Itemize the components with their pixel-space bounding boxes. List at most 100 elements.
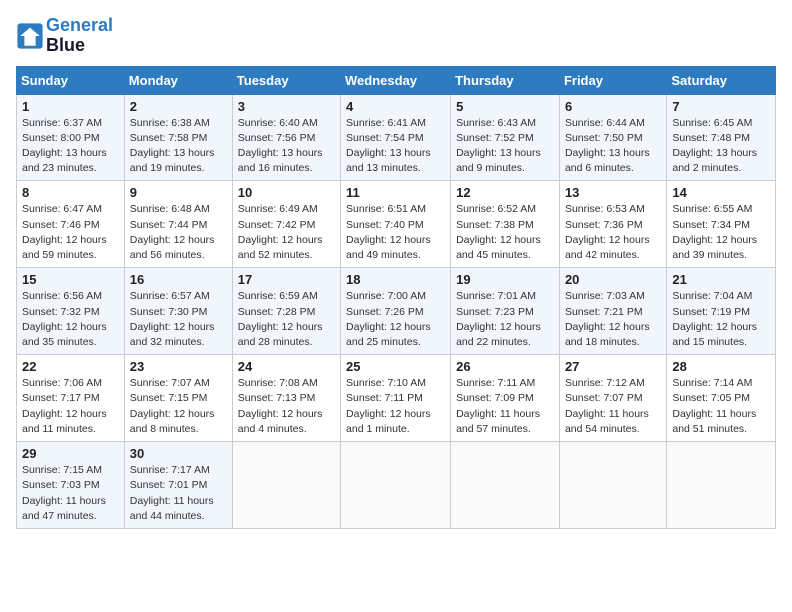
day-number: 1 [22,99,119,114]
calendar-cell: 28 Sunrise: 7:14 AMSunset: 7:05 PMDaylig… [667,355,776,442]
day-number: 25 [346,359,445,374]
calendar-cell: 4 Sunrise: 6:41 AMSunset: 7:54 PMDayligh… [341,94,451,181]
day-number: 18 [346,272,445,287]
calendar-cell: 12 Sunrise: 6:52 AMSunset: 7:38 PMDaylig… [451,181,560,268]
calendar-cell: 1 Sunrise: 6:37 AMSunset: 8:00 PMDayligh… [17,94,125,181]
day-detail: Sunrise: 6:49 AMSunset: 7:42 PMDaylight:… [238,202,335,263]
day-number: 17 [238,272,335,287]
day-of-week-header: Saturday [667,66,776,94]
calendar-cell: 18 Sunrise: 7:00 AMSunset: 7:26 PMDaylig… [341,268,451,355]
calendar-cell: 29 Sunrise: 7:15 AMSunset: 7:03 PMDaylig… [17,442,125,529]
day-detail: Sunrise: 6:47 AMSunset: 7:46 PMDaylight:… [22,202,119,263]
day-detail: Sunrise: 6:45 AMSunset: 7:48 PMDaylight:… [672,116,770,177]
day-number: 12 [456,185,554,200]
day-number: 7 [672,99,770,114]
day-number: 5 [456,99,554,114]
logo-icon [16,22,44,50]
day-detail: Sunrise: 6:41 AMSunset: 7:54 PMDaylight:… [346,116,445,177]
logo-text-general: General [46,16,113,36]
day-number: 6 [565,99,661,114]
calendar-table: SundayMondayTuesdayWednesdayThursdayFrid… [16,66,776,529]
calendar-cell: 16 Sunrise: 6:57 AMSunset: 7:30 PMDaylig… [124,268,232,355]
day-number: 13 [565,185,661,200]
day-detail: Sunrise: 7:04 AMSunset: 7:19 PMDaylight:… [672,289,770,350]
day-detail: Sunrise: 6:56 AMSunset: 7:32 PMDaylight:… [22,289,119,350]
day-detail: Sunrise: 7:15 AMSunset: 7:03 PMDaylight:… [22,463,119,524]
calendar-cell: 3 Sunrise: 6:40 AMSunset: 7:56 PMDayligh… [232,94,340,181]
day-detail: Sunrise: 6:43 AMSunset: 7:52 PMDaylight:… [456,116,554,177]
day-number: 10 [238,185,335,200]
calendar-cell: 21 Sunrise: 7:04 AMSunset: 7:19 PMDaylig… [667,268,776,355]
day-number: 23 [130,359,227,374]
calendar-cell: 2 Sunrise: 6:38 AMSunset: 7:58 PMDayligh… [124,94,232,181]
calendar-cell: 30 Sunrise: 7:17 AMSunset: 7:01 PMDaylig… [124,442,232,529]
calendar-cell [559,442,666,529]
day-detail: Sunrise: 7:08 AMSunset: 7:13 PMDaylight:… [238,376,335,437]
day-number: 2 [130,99,227,114]
day-number: 21 [672,272,770,287]
calendar-cell: 23 Sunrise: 7:07 AMSunset: 7:15 PMDaylig… [124,355,232,442]
calendar-cell: 15 Sunrise: 6:56 AMSunset: 7:32 PMDaylig… [17,268,125,355]
day-number: 9 [130,185,227,200]
day-of-week-header: Monday [124,66,232,94]
calendar-cell: 7 Sunrise: 6:45 AMSunset: 7:48 PMDayligh… [667,94,776,181]
day-detail: Sunrise: 7:01 AMSunset: 7:23 PMDaylight:… [456,289,554,350]
day-number: 20 [565,272,661,287]
calendar-cell [667,442,776,529]
day-of-week-header: Sunday [17,66,125,94]
day-detail: Sunrise: 7:17 AMSunset: 7:01 PMDaylight:… [130,463,227,524]
calendar-cell: 24 Sunrise: 7:08 AMSunset: 7:13 PMDaylig… [232,355,340,442]
calendar-cell: 13 Sunrise: 6:53 AMSunset: 7:36 PMDaylig… [559,181,666,268]
day-number: 28 [672,359,770,374]
day-number: 27 [565,359,661,374]
calendar-cell [341,442,451,529]
day-detail: Sunrise: 7:12 AMSunset: 7:07 PMDaylight:… [565,376,661,437]
day-number: 11 [346,185,445,200]
day-detail: Sunrise: 7:06 AMSunset: 7:17 PMDaylight:… [22,376,119,437]
calendar-cell: 11 Sunrise: 6:51 AMSunset: 7:40 PMDaylig… [341,181,451,268]
day-detail: Sunrise: 6:53 AMSunset: 7:36 PMDaylight:… [565,202,661,263]
day-detail: Sunrise: 6:59 AMSunset: 7:28 PMDaylight:… [238,289,335,350]
day-number: 16 [130,272,227,287]
day-number: 3 [238,99,335,114]
logo-text-blue: Blue [46,36,113,56]
calendar-cell: 6 Sunrise: 6:44 AMSunset: 7:50 PMDayligh… [559,94,666,181]
day-number: 14 [672,185,770,200]
calendar-cell: 8 Sunrise: 6:47 AMSunset: 7:46 PMDayligh… [17,181,125,268]
calendar-cell [232,442,340,529]
day-detail: Sunrise: 6:38 AMSunset: 7:58 PMDaylight:… [130,116,227,177]
calendar-cell: 20 Sunrise: 7:03 AMSunset: 7:21 PMDaylig… [559,268,666,355]
day-number: 30 [130,446,227,461]
calendar-cell: 5 Sunrise: 6:43 AMSunset: 7:52 PMDayligh… [451,94,560,181]
day-detail: Sunrise: 6:57 AMSunset: 7:30 PMDaylight:… [130,289,227,350]
calendar-cell: 17 Sunrise: 6:59 AMSunset: 7:28 PMDaylig… [232,268,340,355]
day-detail: Sunrise: 7:11 AMSunset: 7:09 PMDaylight:… [456,376,554,437]
day-detail: Sunrise: 6:44 AMSunset: 7:50 PMDaylight:… [565,116,661,177]
day-detail: Sunrise: 6:55 AMSunset: 7:34 PMDaylight:… [672,202,770,263]
day-number: 19 [456,272,554,287]
calendar-cell: 19 Sunrise: 7:01 AMSunset: 7:23 PMDaylig… [451,268,560,355]
day-number: 24 [238,359,335,374]
calendar-cell: 26 Sunrise: 7:11 AMSunset: 7:09 PMDaylig… [451,355,560,442]
logo: General Blue [16,16,113,56]
day-detail: Sunrise: 7:14 AMSunset: 7:05 PMDaylight:… [672,376,770,437]
day-detail: Sunrise: 6:40 AMSunset: 7:56 PMDaylight:… [238,116,335,177]
calendar-cell: 14 Sunrise: 6:55 AMSunset: 7:34 PMDaylig… [667,181,776,268]
day-detail: Sunrise: 7:10 AMSunset: 7:11 PMDaylight:… [346,376,445,437]
day-number: 22 [22,359,119,374]
day-number: 8 [22,185,119,200]
day-detail: Sunrise: 7:03 AMSunset: 7:21 PMDaylight:… [565,289,661,350]
day-of-week-header: Thursday [451,66,560,94]
calendar-cell [451,442,560,529]
calendar-cell: 10 Sunrise: 6:49 AMSunset: 7:42 PMDaylig… [232,181,340,268]
day-detail: Sunrise: 7:00 AMSunset: 7:26 PMDaylight:… [346,289,445,350]
day-of-week-header: Wednesday [341,66,451,94]
calendar-cell: 25 Sunrise: 7:10 AMSunset: 7:11 PMDaylig… [341,355,451,442]
day-detail: Sunrise: 6:37 AMSunset: 8:00 PMDaylight:… [22,116,119,177]
day-number: 29 [22,446,119,461]
header: General Blue [16,16,776,56]
calendar-cell: 22 Sunrise: 7:06 AMSunset: 7:17 PMDaylig… [17,355,125,442]
calendar-cell: 27 Sunrise: 7:12 AMSunset: 7:07 PMDaylig… [559,355,666,442]
calendar-cell: 9 Sunrise: 6:48 AMSunset: 7:44 PMDayligh… [124,181,232,268]
day-detail: Sunrise: 6:51 AMSunset: 7:40 PMDaylight:… [346,202,445,263]
